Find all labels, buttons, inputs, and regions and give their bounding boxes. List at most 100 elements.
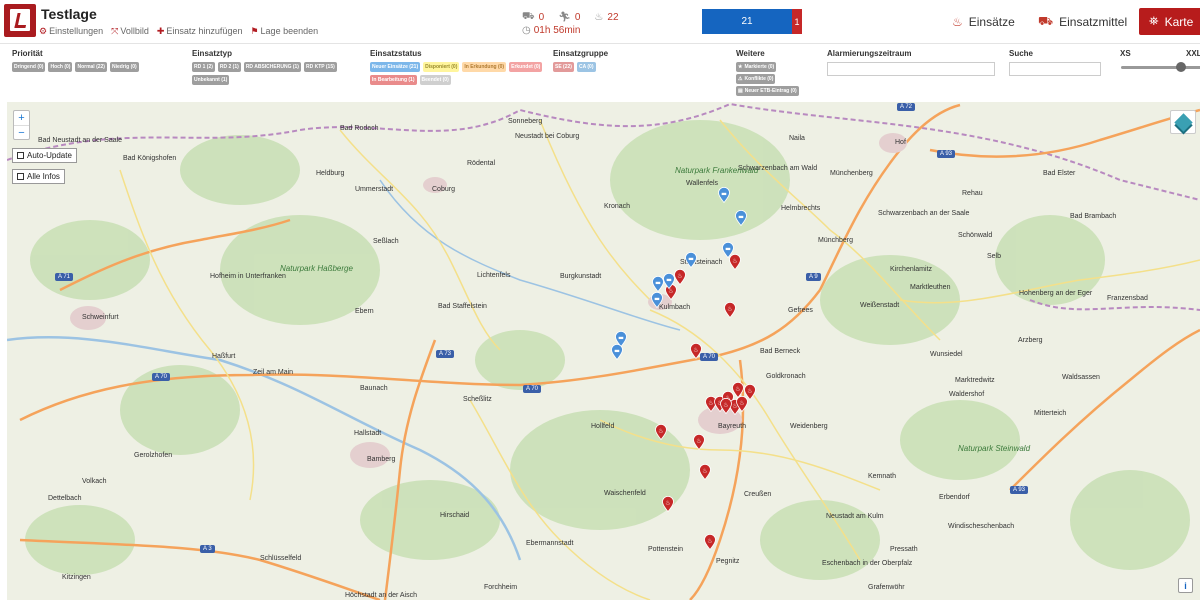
place-label: Selb [987,253,1002,260]
place-label: Weißenstadt [860,302,900,309]
end-situation-link[interactable]: ⚑ Lage beenden [250,26,318,36]
place-label: Bad Brambach [1070,213,1117,220]
status-progress-bar: 21 1 [702,9,802,34]
incident-marker[interactable]: ♨ [655,424,667,440]
filter-prioritaet: Priorität Dringend (0) Hoch (0) Normal (… [12,49,139,72]
gear-icon: ⚙ [39,25,48,36]
tag-dringend[interactable]: Dringend (0) [12,62,46,72]
filter-weitere: Weitere ★ Markierte (0) ⚠ Konflikte (0) ▤ N… [736,49,799,96]
incident-marker[interactable]: ♨ [674,269,686,285]
place-label: Bad Königshofen [123,155,177,162]
fullscreen-link[interactable]: ⤧ Vollbild [111,26,149,36]
svg-text:▬: ▬ [738,214,744,221]
vehicle-marker[interactable]: ▬ [735,210,747,226]
slider-handle[interactable] [1176,62,1186,72]
zoom-in-button[interactable]: + [14,111,29,125]
place-label: Marktleuthen [910,284,951,291]
tag-se[interactable]: SE (22) [553,62,574,72]
document-icon: ▤ [738,88,743,94]
layers-icon [1173,112,1193,132]
tag-in-bearbeitung[interactable]: In Bearbeitung (1) [370,75,417,85]
alarm-range-input[interactable] [827,62,995,76]
layers-button[interactable] [1170,110,1196,134]
map-info-button[interactable]: i [1178,578,1193,593]
incident-marker[interactable]: ♨ [690,343,702,359]
nav-einsatzmittel[interactable]: ⛟ Einsatzmittel [1038,10,1127,34]
tag-rd1[interactable]: RD 1 (2) [192,62,215,72]
map-icon: ⛯ [1149,14,1159,28]
tag-konflikte[interactable]: ⚠ Konflikte (0) [736,74,776,84]
place-label: Höchstadt an der Aisch [345,592,417,599]
place-label: Arzberg [1018,337,1043,344]
progress-in-work: 1 [792,9,802,34]
tag-beendet[interactable]: Beendet (0) [419,75,451,85]
vehicle-marker[interactable]: ▬ [663,273,675,289]
vehicle-marker[interactable]: ▬ [685,252,697,268]
place-label: Erbendorf [939,494,970,501]
tag-in-erkundung[interactable]: In Erkundung (0) [462,62,507,72]
add-incident-link[interactable]: ✚ Einsatz hinzufügen [157,26,243,36]
tag-neuer-etb[interactable]: ▤ Neuer ETB-Eintrag (0) [736,86,799,96]
svg-text:♨: ♨ [735,386,740,393]
road-shield: A 71 [55,273,74,281]
tag-rd-ktp[interactable]: RD KTP (15) [303,62,337,72]
settings-link[interactable]: ⚙ Einstellungen [39,26,103,36]
search-input[interactable] [1009,62,1101,76]
tag-markierte[interactable]: ★ Markierte (0) [736,62,777,72]
place-label: Kulmbach [659,304,691,311]
svg-text:♨: ♨ [693,347,698,354]
road-shield: A 3 [200,545,215,553]
tag-rd-absicherung[interactable]: RD ABSICHERUNG (1) [243,62,301,72]
place-label: Windischeschenbach [948,523,1015,530]
tag-normal[interactable]: Normal (22) [75,62,107,72]
place-label: Bad Staffelstein [438,303,487,310]
incident-marker[interactable]: ♨ [720,398,732,414]
marker-size-slider[interactable] [1121,66,1200,69]
tag-hoch[interactable]: Hoch (0) [48,62,73,72]
vehicle-marker[interactable]: ▬ [651,292,663,308]
zoom-out-button[interactable]: − [14,125,29,139]
incident-marker[interactable]: ♨ [736,396,748,412]
place-label: Naila [789,135,805,142]
place-label: Schönwald [958,232,993,239]
incident-marker[interactable]: ♨ [699,464,711,480]
vehicle-marker[interactable]: ▬ [722,242,734,258]
place-label: Pottenstein [648,546,684,553]
alle-infos-checkbox[interactable]: Alle Infos [12,169,65,184]
nav-karte[interactable]: ⛯ Karte [1139,8,1200,35]
place-label: Scheßlitz [463,396,492,403]
tag-disponiert[interactable]: Disponiert (0) [423,62,460,72]
app-logo[interactable] [4,4,36,37]
vehicle-marker[interactable]: ▬ [611,344,623,360]
svg-text:♨: ♨ [723,402,728,409]
incident-marker[interactable]: ♨ [662,496,674,512]
place-label: Schwarzenbach an der Saale [878,210,970,217]
place-label: Kemnath [868,473,897,480]
tag-rd2[interactable]: RD 2 (1) [217,62,241,72]
filter-suche: Suche [1009,49,1101,76]
incident-marker[interactable]: ♨ [724,302,736,318]
running-person-icon: 🏃︎ [558,11,571,23]
person-count: 🏃︎ 0 [558,11,581,23]
star-icon: ★ [738,64,743,70]
road-shield: A 70 [152,373,171,381]
vehicle-marker[interactable]: ▬ [718,187,730,203]
auto-update-checkbox[interactable]: Auto-Update [12,148,77,163]
svg-text:▬: ▬ [688,256,694,263]
incident-marker[interactable]: ♨ [693,434,705,450]
tag-ca[interactable]: CA (0) [576,62,596,72]
incident-marker[interactable]: ♨ [704,534,716,550]
tag-erkundet[interactable]: Erkundet (0) [509,62,543,72]
svg-text:♨: ♨ [702,468,707,475]
tag-unbekannt[interactable]: Unbekannt (1) [192,75,230,85]
nav-einsaetze[interactable]: ♨ Einsätze [952,10,1015,34]
place-label: Schwarzenbach am Wald [738,165,818,172]
filter-einsatzstatus: Einsatzstatus Neuer Einsätze (21) Dispon… [370,49,543,85]
svg-text:▬: ▬ [618,335,624,342]
tag-niedrig[interactable]: Niedrig (0) [109,62,139,72]
duration: ◷ 01h 56min [522,25,581,36]
map-view[interactable]: Sonneberg Bad Rodach Neustadt bei Coburg Ba… [7,102,1200,600]
place-label: Dettelbach [48,495,82,502]
tag-neue-einsaetze[interactable]: Neuer Einsätze (21) [370,62,421,72]
page-title: Testlage [41,6,97,22]
